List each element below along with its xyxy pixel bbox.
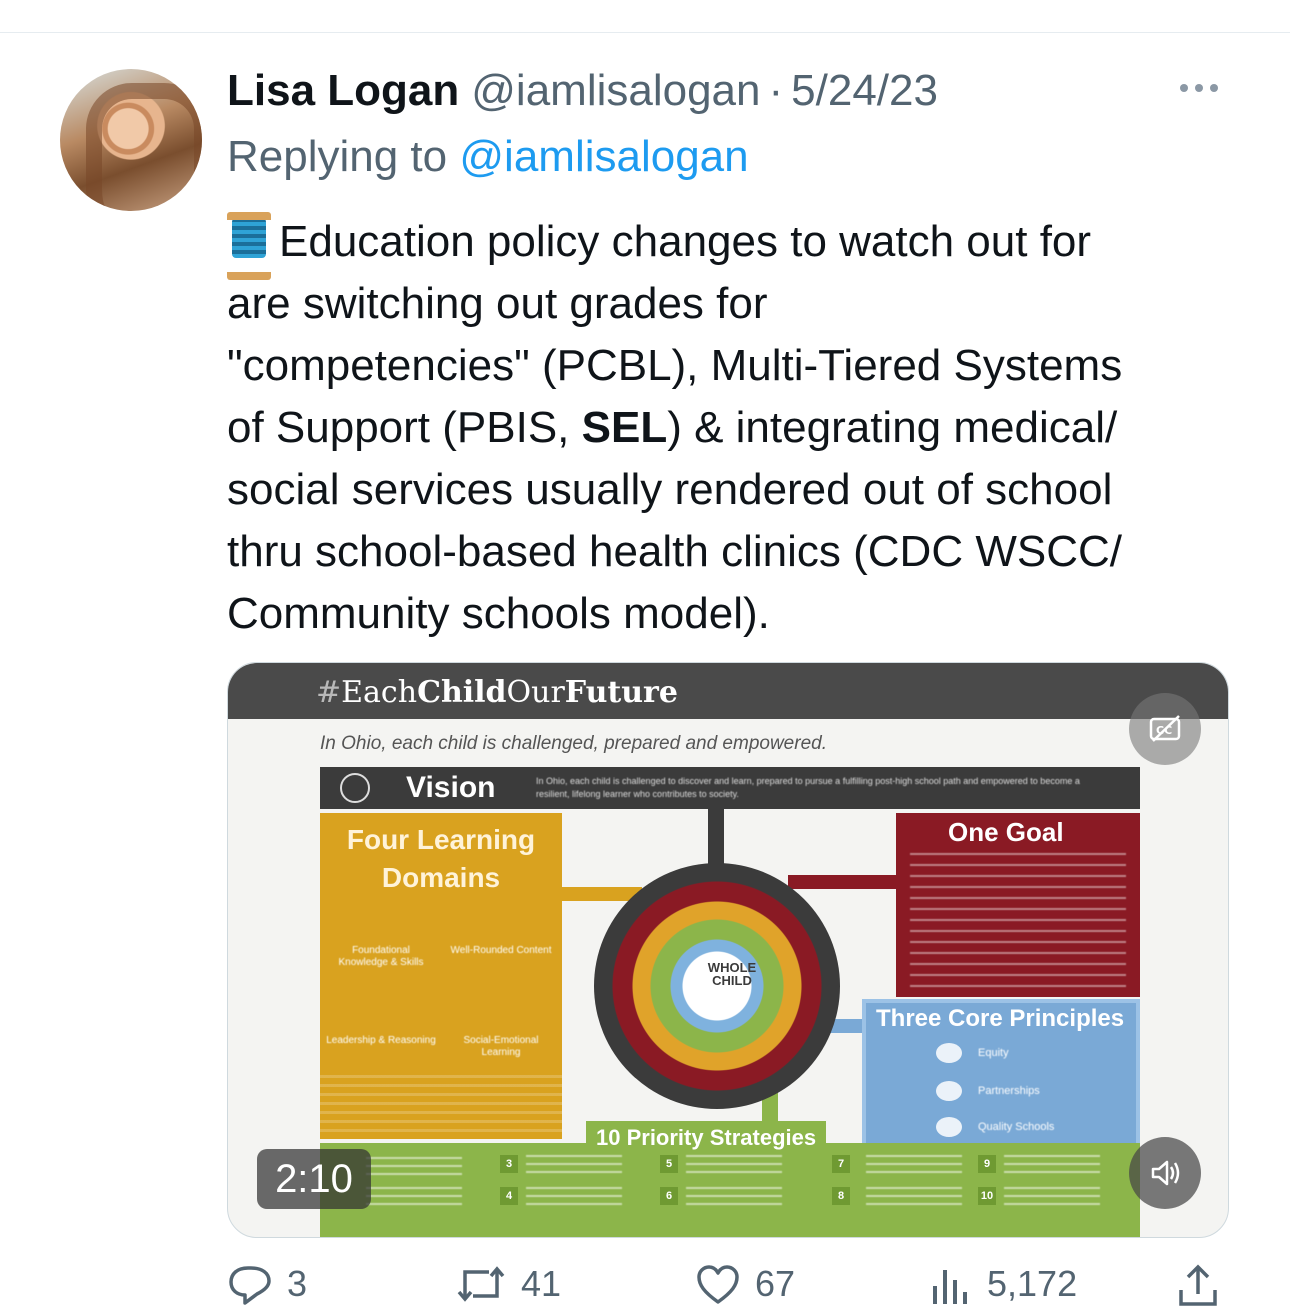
- tweet-actions: 3 41 67 5,172: [227, 1262, 1227, 1306]
- top-divider: [0, 32, 1290, 33]
- author-handle[interactable]: @iamlisalogan: [471, 66, 760, 116]
- strategy-num: 8: [832, 1187, 850, 1205]
- vision-bar: Vision In Ohio, each child is challenged…: [320, 767, 1140, 809]
- analytics-icon: [933, 1270, 967, 1304]
- strategy-text: [686, 1187, 782, 1209]
- avatar[interactable]: [60, 69, 202, 211]
- vision-label: Vision: [406, 771, 496, 804]
- reply-button[interactable]: 3: [227, 1262, 307, 1306]
- domain-1: Foundational Knowledge & Skills: [338, 945, 424, 968]
- replying-to: Replying to @iamlisalogan: [227, 132, 749, 182]
- vision-icon: [340, 773, 370, 803]
- spool-of-thread-icon: [227, 208, 271, 280]
- quality-schools-icon: [936, 1117, 962, 1137]
- like-button[interactable]: 67: [695, 1262, 795, 1306]
- replying-prefix: Replying to: [227, 132, 448, 181]
- strategies-title: 10 Priority Strategies: [586, 1121, 827, 1157]
- core-item-equity: Equity: [978, 1047, 1009, 1059]
- replying-handle-link[interactable]: @iamlisalogan: [459, 132, 748, 181]
- domain-3: Leadership & Reasoning: [326, 1035, 436, 1046]
- equity-icon: [936, 1043, 962, 1063]
- video-duration: 2:10: [257, 1149, 371, 1209]
- strategy-2-text: [366, 1187, 462, 1209]
- text-line-4a: of Support (PBIS,: [227, 403, 582, 452]
- strategy-num: 3: [500, 1155, 518, 1173]
- more-options-icon[interactable]: [1180, 78, 1226, 98]
- repost-count: 41: [521, 1263, 562, 1304]
- video-banner: #EachChildOurFuture: [228, 663, 1228, 719]
- connector-vision: [708, 809, 724, 869]
- core-title: Three Core Principles: [876, 1005, 1125, 1032]
- like-count: 67: [755, 1263, 796, 1304]
- tweet-date[interactable]: 5/24/23: [791, 66, 938, 116]
- vision-text: In Ohio, each child is challenged to dis…: [536, 776, 1080, 799]
- separator-dot: ·: [768, 66, 784, 115]
- whole-child-label: WHOLE CHILD: [707, 960, 757, 988]
- domain-2: Well-Rounded Content: [450, 945, 552, 956]
- strategy-num: 7: [832, 1155, 850, 1173]
- share-icon: [1179, 1264, 1217, 1306]
- video-tagline: In Ohio, each child is challenged, prepa…: [320, 733, 827, 754]
- strategy-text: [1004, 1187, 1100, 1209]
- priority-strategies: 10 Priority Strategies 3 4 5 6 7 8 9 10: [320, 1121, 1140, 1237]
- view-count: 5,172: [987, 1263, 1078, 1304]
- views-button[interactable]: 5,172: [927, 1262, 1077, 1306]
- text-line-2: are switching out grades for: [227, 279, 768, 328]
- speaker-icon: [1151, 1160, 1180, 1186]
- strategy-num: 9: [978, 1155, 996, 1173]
- text-line-5: social services usually rendered out of …: [227, 465, 1113, 514]
- reply-count: 3: [287, 1263, 308, 1304]
- goal-title: One Goal: [948, 817, 1064, 847]
- tweet-text: Education policy changes to watch out fo…: [227, 208, 1227, 645]
- domain-4: Social-Emotional Learning: [463, 1035, 539, 1058]
- author-name[interactable]: Lisa Logan: [227, 66, 459, 116]
- connector-goal: [788, 875, 896, 889]
- heart-icon: [697, 1265, 739, 1304]
- tweet-header: Lisa Logan @iamlisalogan · 5/24/23: [227, 66, 938, 116]
- four-learning-domains: Four Learning Domains Foundational Knowle…: [320, 813, 562, 1139]
- text-line-4b: ) & integrating medical/: [667, 403, 1118, 452]
- repost-icon: [457, 1266, 505, 1302]
- strategy-num: 5: [660, 1155, 678, 1173]
- strategy-text: [526, 1155, 622, 1177]
- four-title: Four Learning Domains: [346, 824, 536, 893]
- one-goal-box: One Goal: [896, 813, 1140, 997]
- text-line-6: thru school-based health clinics (CDC WS…: [227, 527, 1122, 576]
- share-button[interactable]: [1175, 1262, 1221, 1306]
- strategy-1-text: [366, 1157, 462, 1179]
- strategy-num: 10: [978, 1187, 996, 1205]
- volume-button[interactable]: [1129, 1137, 1201, 1209]
- text-line-4-bold: SEL: [581, 403, 668, 452]
- text-line-3: "competencies" (PCBL), Multi-Tiered Syst…: [227, 341, 1123, 390]
- captions-off-icon: CC: [1149, 715, 1181, 742]
- strategy-num: 4: [500, 1187, 518, 1205]
- strategy-text: [526, 1187, 622, 1209]
- banner-title: #EachChildOurFuture: [316, 675, 678, 710]
- captions-button[interactable]: CC: [1129, 693, 1201, 765]
- strategy-text: [866, 1155, 962, 1177]
- repost-button[interactable]: 41: [455, 1262, 561, 1306]
- strategy-num: 6: [660, 1187, 678, 1205]
- core-item-quality: Quality Schools: [978, 1121, 1055, 1133]
- reply-icon: [229, 1266, 271, 1305]
- core-principles-box: Three Core Principles Equity Partnership…: [862, 999, 1140, 1147]
- strategy-text: [1004, 1155, 1100, 1177]
- partnerships-icon: [936, 1081, 962, 1101]
- strategy-text: [866, 1187, 962, 1209]
- text-line-7: Community schools model).: [227, 589, 770, 638]
- video-player[interactable]: #EachChildOurFuture In Ohio, each child …: [227, 662, 1229, 1238]
- core-item-partnerships: Partnerships: [978, 1085, 1040, 1097]
- strategy-text: [686, 1155, 782, 1177]
- text-line-1: Education policy changes to watch out fo…: [279, 217, 1092, 266]
- domains-detail: [320, 1075, 562, 1135]
- goal-detail: [910, 853, 1126, 989]
